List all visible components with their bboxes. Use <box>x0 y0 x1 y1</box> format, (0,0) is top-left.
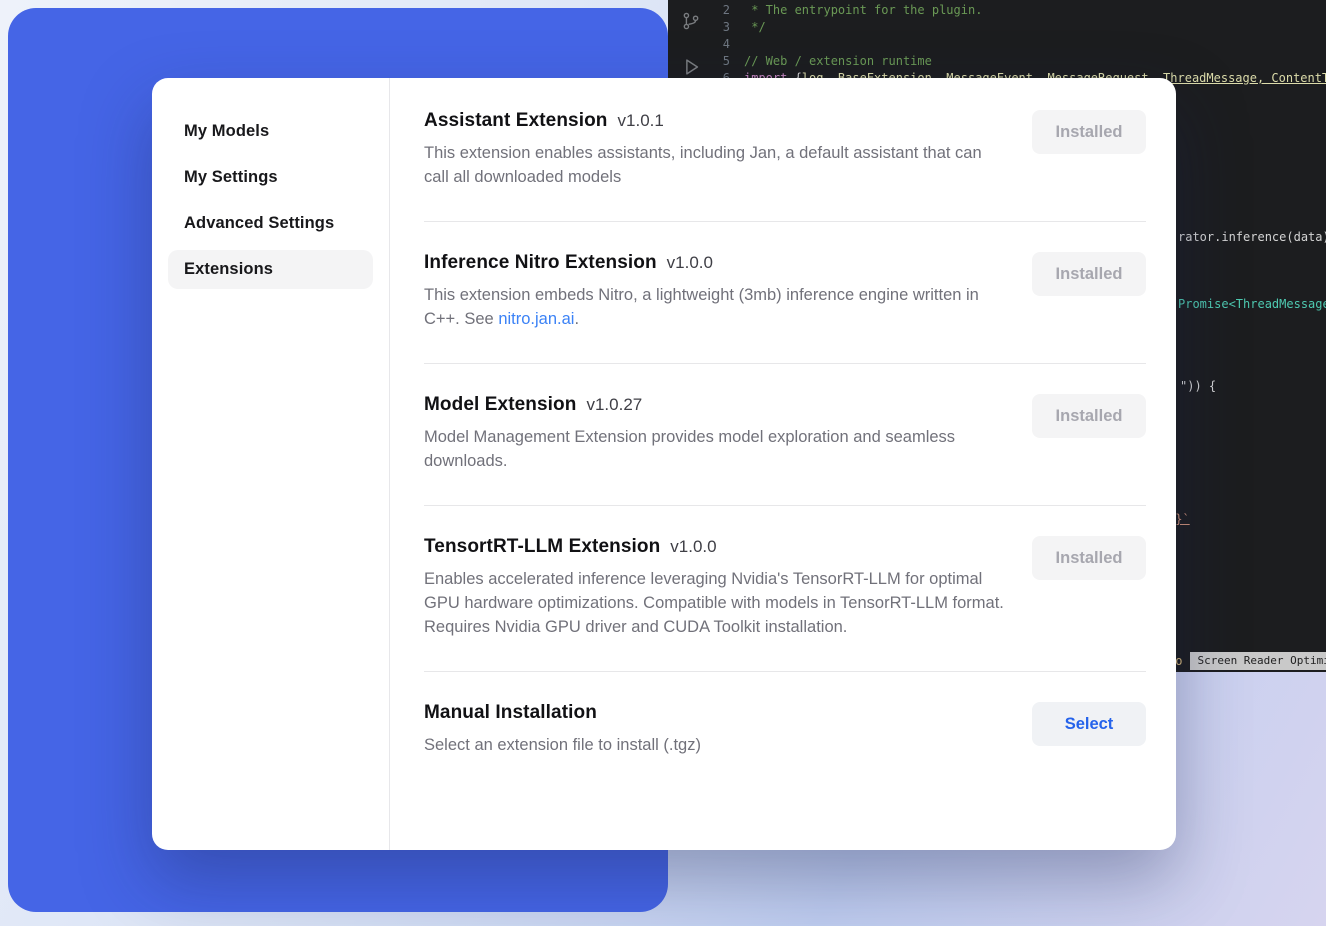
nitro-jan-ai-link[interactable]: nitro.jan.ai <box>498 310 574 328</box>
extensions-panel: Assistant Extension v1.0.1 This extensio… <box>390 78 1176 850</box>
sidebar-item-my-models[interactable]: My Models <box>168 112 373 151</box>
extension-version: v1.0.0 <box>667 253 713 273</box>
extension-name: Assistant Extension <box>424 110 608 132</box>
sidebar-item-advanced-settings[interactable]: Advanced Settings <box>168 204 373 243</box>
code-fragment: Promise<ThreadMessage> <box>1178 296 1326 312</box>
extension-title-line: Manual Installation <box>424 702 1008 724</box>
description-text: . <box>574 310 579 328</box>
code-line: 4 <box>714 36 1326 53</box>
code-fragment: ")) { <box>1180 378 1216 394</box>
extension-title-line: Assistant Extension v1.0.1 <box>424 110 1008 132</box>
code-text: // Web / extension runtime <box>744 53 932 70</box>
installed-button[interactable]: Installed <box>1032 536 1146 580</box>
extension-description: This extension embeds Nitro, a lightweig… <box>424 283 1008 331</box>
divider <box>424 671 1146 672</box>
divider <box>424 363 1146 364</box>
extension-row-nitro: Inference Nitro Extension v1.0.0 This ex… <box>424 252 1146 331</box>
select-file-button[interactable]: Select <box>1032 702 1146 746</box>
run-debug-icon[interactable] <box>680 56 702 78</box>
manual-installation-row: Manual Installation Select an extension … <box>424 702 1146 757</box>
extension-name: TensortRT-LLM Extension <box>424 536 660 558</box>
line-number: 2 <box>714 2 744 19</box>
settings-modal: My Models My Settings Advanced Settings … <box>152 78 1176 850</box>
code-line: 5 // Web / extension runtime <box>714 53 1326 70</box>
extension-version: v1.0.1 <box>618 111 664 131</box>
extension-row-tensorrt: TensortRT-LLM Extension v1.0.0 Enables a… <box>424 536 1146 639</box>
extension-title-line: Model Extension v1.0.27 <box>424 394 1008 416</box>
installed-button[interactable]: Installed <box>1032 110 1146 154</box>
source-control-icon[interactable] <box>680 10 702 32</box>
code-pane: 2 * The entrypoint for the plugin. 3 */ … <box>714 2 1326 87</box>
screen-reader-badge[interactable]: Screen Reader Optimize <box>1190 652 1326 670</box>
installed-button[interactable]: Installed <box>1032 252 1146 296</box>
code-line: 2 * The entrypoint for the plugin. <box>714 2 1326 19</box>
sidebar-item-extensions[interactable]: Extensions <box>168 250 373 289</box>
extension-title-line: TensortRT-LLM Extension v1.0.0 <box>424 536 1008 558</box>
extension-version: v1.0.0 <box>670 537 716 557</box>
extension-name: Inference Nitro Extension <box>424 252 657 274</box>
installed-button[interactable]: Installed <box>1032 394 1146 438</box>
code-line: 3 */ <box>714 19 1326 36</box>
extension-description: This extension enables assistants, inclu… <box>424 141 1008 189</box>
extension-version: v1.0.27 <box>586 395 642 415</box>
code-text: */ <box>744 19 766 36</box>
extension-description: Enables accelerated inference leveraging… <box>424 567 1008 639</box>
extension-row-model: Model Extension v1.0.27 Model Management… <box>424 394 1146 473</box>
manual-installation-title: Manual Installation <box>424 702 597 724</box>
line-number: 4 <box>714 36 744 53</box>
line-number: 3 <box>714 19 744 36</box>
settings-sidebar: My Models My Settings Advanced Settings … <box>152 78 390 850</box>
extension-info: TensortRT-LLM Extension v1.0.0 Enables a… <box>424 536 1008 639</box>
extension-description: Model Management Extension provides mode… <box>424 425 1008 473</box>
editor-status-bar: go Screen Reader Optimize <box>1168 652 1326 670</box>
manual-installation-description: Select an extension file to install (.tg… <box>424 733 1008 757</box>
extension-info: Model Extension v1.0.27 Model Management… <box>424 394 1008 473</box>
extension-info: Assistant Extension v1.0.1 This extensio… <box>424 110 1008 189</box>
extension-name: Model Extension <box>424 394 576 416</box>
extension-info: Manual Installation Select an extension … <box>424 702 1008 757</box>
divider <box>424 221 1146 222</box>
line-number: 5 <box>714 53 744 70</box>
extension-info: Inference Nitro Extension v1.0.0 This ex… <box>424 252 1008 331</box>
extension-row-assistant: Assistant Extension v1.0.1 This extensio… <box>424 110 1146 189</box>
sidebar-item-my-settings[interactable]: My Settings <box>168 158 373 197</box>
divider <box>424 505 1146 506</box>
extension-title-line: Inference Nitro Extension v1.0.0 <box>424 252 1008 274</box>
code-fragment: rator.inference(data)); <box>1178 229 1326 245</box>
code-text: * The entrypoint for the plugin. <box>744 2 982 19</box>
